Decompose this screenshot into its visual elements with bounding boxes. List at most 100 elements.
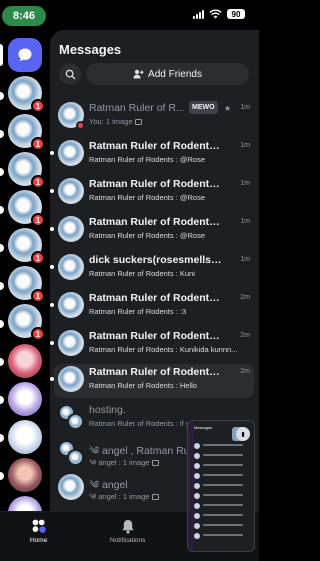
battery-icon: 90 — [227, 9, 245, 19]
rail-dm-avatar[interactable]: 1 — [8, 76, 45, 113]
pip-list-item — [194, 463, 249, 469]
rail-server-icon[interactable] — [8, 420, 42, 454]
unread-indicator — [50, 227, 54, 231]
search-button[interactable] — [59, 63, 81, 85]
rail-dm-avatar[interactable]: 1 — [8, 266, 45, 303]
rail-dm-avatar[interactable]: 1 — [8, 228, 45, 265]
dnd-status-icon — [76, 121, 85, 130]
server-tag-badge: MEWO — [189, 101, 218, 114]
unread-indicator — [50, 151, 54, 155]
tab-home[interactable]: Home — [30, 518, 47, 544]
unread-badge: 1 — [31, 213, 45, 227]
unread-indicator — [0, 168, 4, 176]
dm-row[interactable]: Ratman Ruler of Rodents 1m Ratman Ruler … — [50, 214, 254, 248]
dm-time: 1m — [240, 180, 250, 187]
picture-in-picture-window[interactable]: Messages ▮ — [187, 420, 255, 552]
dm-avatar — [58, 178, 84, 204]
dm-time: 2m — [240, 368, 250, 375]
dm-preview: Ratman Ruler of Rodents : :3 — [89, 307, 187, 316]
unread-indicator — [50, 189, 54, 193]
wifi-icon — [209, 9, 222, 19]
dm-preview: Ratman Ruler of Rodents : Hello — [89, 381, 197, 390]
dm-avatar — [58, 292, 84, 318]
search-icon — [65, 69, 75, 79]
pip-list-item — [194, 443, 249, 449]
pip-list-item — [194, 453, 249, 459]
pip-close-icon[interactable]: ▮ — [236, 427, 250, 441]
page-title: Messages — [59, 42, 122, 57]
unread-indicator — [50, 303, 54, 307]
dm-avatar — [58, 330, 84, 356]
tab-notifications-label: Notifications — [110, 537, 146, 544]
status-time: 8:46 — [2, 6, 46, 26]
unread-indicator — [0, 358, 4, 366]
pip-list-item — [194, 473, 249, 479]
rail-server-icon[interactable] — [8, 496, 42, 511]
unread-badge: 1 — [31, 327, 45, 341]
unread-indicator — [50, 341, 54, 345]
dm-time: 1m — [240, 104, 250, 111]
dm-row-selected[interactable]: Ratman Ruler of Rodents 2m Ratman Ruler … — [50, 364, 254, 398]
dm-avatar — [58, 140, 84, 166]
group-dm-avatar — [58, 404, 84, 430]
pip-list-item — [194, 493, 249, 499]
pip-list-item — [194, 483, 249, 489]
dm-row[interactable]: Ratman Ruler of R... MEWO ★ 1m You: 1 im… — [54, 100, 254, 134]
dm-name: hosting. — [89, 404, 126, 416]
rail-dm-avatar[interactable]: 1 — [8, 114, 45, 151]
unread-indicator — [0, 244, 4, 252]
dm-row[interactable]: Ratman Ruler of Rodents 2m Ratman Ruler … — [50, 290, 254, 324]
star-icon: ★ — [224, 104, 232, 113]
status-icons: 90 — [193, 9, 245, 19]
pip-list-item — [194, 523, 249, 529]
direct-messages-button[interactable] — [8, 38, 42, 72]
dm-avatar — [58, 474, 84, 500]
dm-row[interactable]: Ratman Ruler of Rodents 1m Ratman Ruler … — [50, 176, 254, 210]
unread-indicator — [0, 320, 4, 328]
home-servers-icon — [31, 518, 47, 534]
dm-preview: Ratman Ruler of Rodents : @Rose — [89, 231, 205, 240]
unread-indicator — [0, 130, 4, 138]
dm-row[interactable]: Ratman Ruler of Rodents 1m Ratman Ruler … — [50, 138, 254, 172]
rail-server-icon[interactable] — [8, 344, 42, 378]
rail-server-icon[interactable] — [8, 382, 42, 416]
pip-list-item — [194, 503, 249, 509]
dm-preview: Ratman Ruler of Rodents : Kuni — [89, 269, 195, 278]
dm-name: Ratman Ruler of Rodents — [89, 292, 224, 304]
dm-avatar — [58, 366, 84, 392]
rail-dm-avatar[interactable]: 1 — [8, 152, 45, 189]
dm-name: Ratman Ruler of Rodents — [89, 140, 224, 152]
unread-indicator — [50, 265, 54, 269]
image-icon — [134, 119, 142, 126]
unread-indicator — [0, 92, 4, 100]
unread-badge: 1 — [31, 251, 45, 265]
pip-list-item — [194, 513, 249, 519]
tab-home-label: Home — [30, 537, 48, 544]
selected-indicator — [0, 44, 3, 66]
unread-badge: 1 — [31, 289, 45, 303]
unread-indicator — [0, 282, 4, 290]
tab-notifications[interactable]: Notifications — [110, 518, 145, 544]
dm-avatar — [58, 216, 84, 242]
dm-name: Ratman Ruler of Rodents — [89, 330, 224, 342]
unread-indicator — [0, 396, 4, 404]
rail-server-icon[interactable] — [8, 458, 42, 492]
dm-preview: You: 1 image — [89, 117, 249, 126]
unread-indicator — [50, 377, 54, 381]
dm-time: 1m — [240, 218, 250, 225]
dm-preview: Ratman Ruler of Rodents : @Rose — [89, 155, 205, 164]
pip-title: Messages — [194, 425, 213, 430]
dm-row[interactable]: dick suckers(rosesmellslikera... 1m Ratm… — [50, 252, 254, 286]
rail-dm-avatar[interactable]: 1 — [8, 304, 45, 341]
dm-row[interactable]: Ratman Ruler of Rodents 2m Ratman Ruler … — [50, 328, 254, 362]
add-friend-icon — [133, 69, 144, 79]
image-icon — [151, 460, 159, 467]
unread-badge: 1 — [31, 137, 45, 151]
dm-preview: Ratman Ruler of Rodents : Kunikida kunnn… — [89, 345, 238, 354]
dm-name: Ratman Ruler of Rodents — [89, 216, 224, 228]
dm-name: dick suckers(rosesmellslikera... — [89, 254, 224, 266]
dm-preview: Ratman Ruler of Rodents : @Rose — [89, 193, 205, 202]
rail-dm-avatar[interactable]: 1 — [8, 190, 45, 227]
unread-indicator — [0, 206, 4, 214]
add-friends-button[interactable]: Add Friends — [86, 63, 249, 85]
